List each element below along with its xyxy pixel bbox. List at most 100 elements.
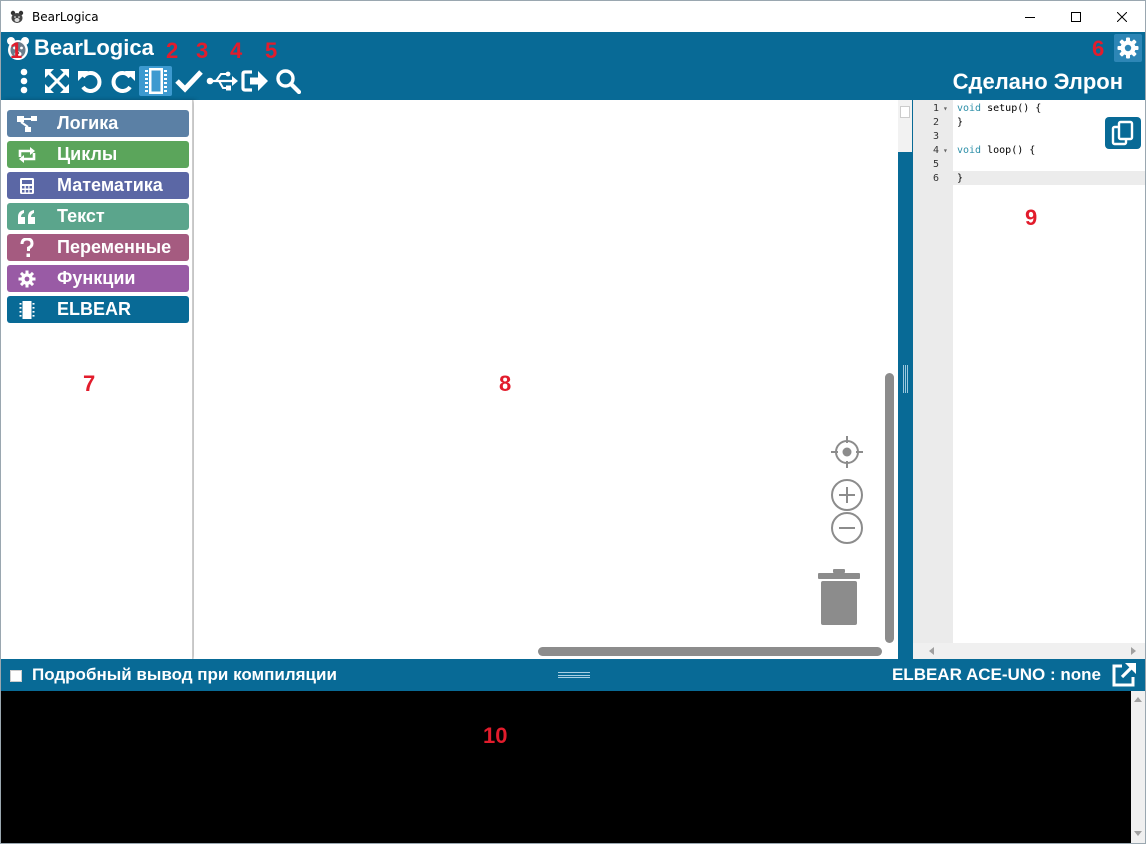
- bear-app-icon: [10, 10, 24, 23]
- minimize-button[interactable]: [1007, 1, 1053, 32]
- close-button[interactable]: [1099, 1, 1145, 32]
- code-rest: }: [957, 173, 964, 184]
- copy-code-button[interactable]: [1105, 117, 1141, 149]
- line-number: 6: [932, 173, 939, 184]
- code-text: void setup() {: [957, 102, 1041, 116]
- main-toolbar: [7, 66, 304, 96]
- category-label: Математика: [57, 175, 163, 195]
- made-by-label: Сделано Элрон: [952, 69, 1123, 94]
- copy-icon: [1111, 120, 1134, 146]
- verify-button[interactable]: [172, 66, 205, 96]
- trash-icon[interactable]: [817, 569, 861, 627]
- gear-icon: [18, 270, 36, 287]
- board-status: ELBEAR ACE-UNO : none: [891, 665, 1101, 684]
- quote-icon: [18, 209, 35, 224]
- fold-arrow-icon[interactable]: ▾: [943, 102, 948, 116]
- menu-dots-icon: [20, 68, 27, 94]
- line-number: 5: [932, 159, 939, 170]
- category-math[interactable]: Математика: [7, 172, 189, 199]
- verify-check-icon: [174, 70, 203, 93]
- undo-icon: [77, 71, 101, 93]
- category-label: Переменные: [57, 237, 172, 257]
- marker-8: 8: [499, 371, 512, 396]
- fold-arrow-icon[interactable]: ▾: [943, 144, 948, 158]
- zoom-out-icon[interactable]: [830, 511, 864, 545]
- code-rest: loop() {: [981, 145, 1036, 156]
- marker-5: 5: [265, 38, 278, 63]
- console-scrollbar[interactable]: [1131, 691, 1145, 843]
- code-line: 1 ▾ void setup() {: [913, 102, 1145, 116]
- marker-10: 10: [483, 723, 508, 748]
- scroll-up-arrow-icon: [1134, 697, 1142, 702]
- scroll-down-arrow-icon: [1134, 831, 1142, 836]
- verbose-output-label: Подробный вывод при компиляции: [32, 665, 337, 684]
- menu-button[interactable]: [7, 66, 40, 96]
- upload-button[interactable]: [238, 66, 271, 96]
- line-number: 4: [932, 145, 939, 156]
- marker-1: 1: [10, 38, 23, 63]
- usb-button[interactable]: [205, 66, 238, 96]
- status-bar: Подробный вывод при компиляции ELBEAR AC…: [1, 659, 1145, 691]
- category-elbear[interactable]: ELBEAR: [7, 296, 189, 323]
- workspace-horizontal-scrollbar[interactable]: [538, 647, 882, 656]
- recenter-icon[interactable]: [830, 435, 864, 469]
- code-panel[interactable]: 1 ▾ void setup() {2} 3 4 ▾ void loop() {5 6} 9: [913, 100, 1145, 659]
- category-loops[interactable]: Циклы: [7, 141, 189, 168]
- maximize-icon: [1071, 11, 1081, 22]
- fullscreen-button[interactable]: [40, 66, 73, 96]
- category-label: Текст: [57, 206, 105, 226]
- splitter-grip: [903, 365, 908, 393]
- upload-arrow-icon: [240, 70, 268, 92]
- code-rest: }: [957, 117, 964, 128]
- usb-icon: [206, 71, 238, 91]
- code-keyword: void: [957, 145, 982, 156]
- category-variables[interactable]: Переменные: [7, 234, 189, 261]
- zoom-in-icon[interactable]: [830, 478, 864, 512]
- verbose-output-checkbox[interactable]: [10, 670, 22, 682]
- console-output[interactable]: 10: [1, 691, 1145, 843]
- maximize-button[interactable]: [1053, 1, 1099, 32]
- code-rest: setup() {: [981, 103, 1042, 114]
- redo-icon: [111, 71, 135, 93]
- popout-icon[interactable]: [1111, 662, 1137, 688]
- loop-arrows-icon: [18, 146, 36, 163]
- app-window: BearLogica BearLogica Сделано Элрон 1 2 …: [0, 0, 1146, 844]
- category-logic[interactable]: Логика: [7, 110, 189, 137]
- search-button[interactable]: [271, 66, 304, 96]
- settings-button[interactable]: [1114, 34, 1142, 62]
- code-text: void loop() {: [957, 144, 1035, 158]
- fullscreen-arrows-icon: [44, 69, 69, 93]
- workspace-vertical-scrollbar[interactable]: [885, 373, 894, 643]
- board-chip-icon: [144, 68, 167, 94]
- code-text: }: [957, 116, 963, 130]
- marker-7: 7: [83, 371, 96, 396]
- question-icon: [20, 237, 34, 257]
- code-line: 6}: [913, 172, 1145, 186]
- block-workspace[interactable]: 8: [194, 100, 898, 659]
- marker-6: 6: [1092, 36, 1105, 61]
- console-resize-grip[interactable]: [558, 672, 590, 678]
- category-label: ELBEAR: [57, 299, 132, 319]
- calculator-icon: [20, 177, 34, 194]
- redo-button[interactable]: [106, 66, 139, 96]
- category-text[interactable]: Текст: [7, 203, 189, 230]
- minimize-icon: [1025, 16, 1035, 18]
- category-label: Функции: [57, 268, 136, 288]
- panel-splitter[interactable]: [898, 100, 913, 659]
- search-icon: [275, 69, 301, 94]
- close-icon: [1117, 11, 1127, 22]
- logic-tree-icon: [17, 115, 37, 132]
- code-horizontal-scrollbar[interactable]: [913, 643, 1145, 659]
- category-functions[interactable]: Функции: [7, 265, 189, 292]
- window-title: BearLogica: [32, 9, 99, 24]
- brand-title: BearLogica: [34, 35, 154, 60]
- undo-button[interactable]: [73, 66, 106, 96]
- scroll-right-arrow-icon: [1131, 647, 1136, 655]
- line-number: 3: [932, 131, 939, 142]
- code-keyword: void: [957, 103, 982, 114]
- category-label: Циклы: [57, 144, 118, 164]
- code-line: 5: [913, 158, 1145, 172]
- marker-9: 9: [1025, 205, 1038, 230]
- marker-4: 4: [230, 38, 243, 63]
- board-button[interactable]: [139, 66, 172, 96]
